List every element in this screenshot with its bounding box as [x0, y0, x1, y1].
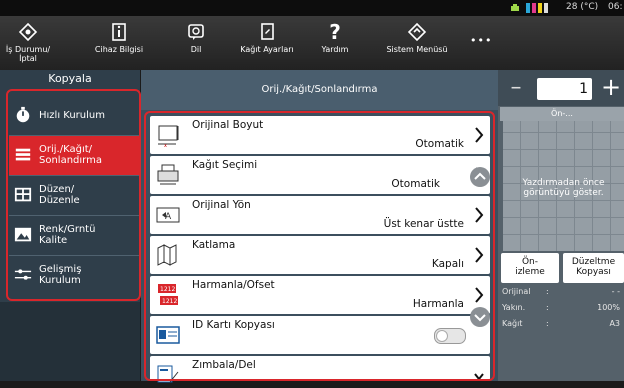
- device-info-button[interactable]: Cihaz Bilgisi: [84, 16, 154, 70]
- info-original-key: Orijinal: [502, 287, 531, 296]
- info-zoom-value: 100%: [597, 303, 620, 312]
- help-label: Yardım: [321, 45, 349, 54]
- toner-level-icon: [526, 3, 548, 13]
- info-original-value: - -: [611, 287, 620, 296]
- info-separator: :: [546, 303, 549, 312]
- left-panel-footer: [0, 302, 140, 381]
- job-status-icon: [18, 22, 38, 42]
- info-separator: :: [546, 319, 549, 328]
- temperature-readout: 28 (°C): [566, 2, 599, 12]
- system-menu-label: Sistem Menüsü: [386, 45, 448, 54]
- system-menu-icon: [407, 22, 427, 42]
- device-info-label: Cihaz Bilgisi: [94, 45, 144, 54]
- left-nav-highlight: [6, 89, 141, 301]
- info-paper: Kağıt : A3: [500, 317, 624, 331]
- top-toolbar: İş Durumu/ İptal Cihaz Bilgisi Dil Kağıt…: [0, 16, 624, 70]
- decrease-copies-button[interactable]: –: [505, 77, 527, 100]
- paper-settings-label: Kağıt Ayarları: [240, 45, 294, 54]
- preview-message: Yazdırmadan önce görüntüyü göster.: [522, 178, 605, 198]
- paper-settings-button[interactable]: Kağıt Ayarları: [232, 16, 302, 70]
- section-title: Orij./Kağıt/Sonlandırma: [141, 70, 498, 110]
- more-options-icon[interactable]: •••: [470, 34, 492, 47]
- settings-list-highlight: [144, 111, 495, 381]
- copy-count-input[interactable]: 1: [537, 78, 592, 100]
- info-zoom-key: Yakın.: [502, 303, 526, 312]
- info-original: Orijinal : - -: [500, 285, 624, 299]
- copy-title: Kopyala: [48, 72, 92, 85]
- info-separator: :: [546, 287, 549, 296]
- info-paper-value: A3: [609, 319, 620, 328]
- preview-tab[interactable]: Ön-...: [500, 107, 624, 121]
- clock: 06:: [608, 2, 623, 12]
- increase-copies-button[interactable]: +: [600, 75, 622, 100]
- info-paper-key: Kağıt: [502, 319, 523, 328]
- language-icon: [188, 24, 204, 40]
- info-zoom: Yakın. : 100%: [500, 301, 624, 315]
- job-status-label: İş Durumu/ İptal: [5, 45, 51, 63]
- help-icon: ?: [329, 20, 341, 44]
- system-menu-button[interactable]: Sistem Menüsü: [378, 16, 456, 70]
- preview-button[interactable]: Ön- izleme: [501, 253, 559, 283]
- help-button[interactable]: ? Yardım: [312, 16, 358, 70]
- status-bar: 28 (°C) 06:: [0, 0, 624, 16]
- job-status-button[interactable]: İş Durumu/ İptal: [0, 16, 56, 70]
- language-label: Dil: [190, 45, 202, 54]
- language-button[interactable]: Dil: [176, 16, 216, 70]
- correction-copy-button[interactable]: Düzeltme Kopyası: [563, 253, 624, 283]
- paper-settings-icon: [261, 23, 274, 40]
- device-info-icon: [112, 23, 126, 41]
- printer-status-icon: [511, 4, 519, 11]
